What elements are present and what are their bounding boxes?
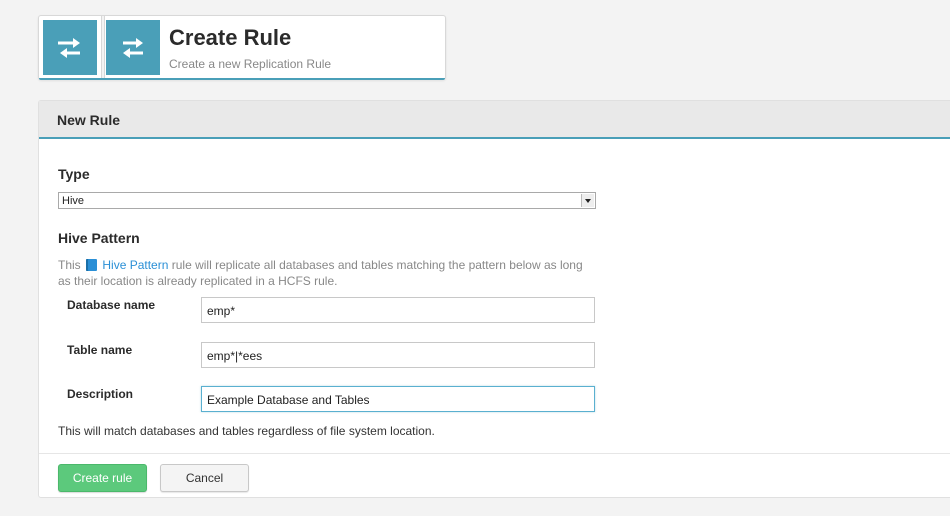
desc-prefix: This: [58, 258, 81, 272]
form-footer: Create rule Cancel: [39, 453, 950, 499]
book-icon: [86, 259, 98, 271]
cancel-button[interactable]: Cancel: [160, 464, 249, 492]
create-rule-button[interactable]: Create rule: [58, 464, 147, 492]
panel-title: New Rule: [39, 101, 950, 139]
match-note: This will match databases and tables reg…: [58, 424, 435, 438]
table-name-input[interactable]: emp*|*ees: [201, 342, 595, 368]
database-name-input[interactable]: emp*: [201, 297, 595, 323]
header-divider: [101, 16, 105, 80]
table-name-label: Table name: [67, 343, 133, 357]
hive-pattern-heading: Hive Pattern: [58, 230, 140, 246]
page-title: Create Rule: [169, 25, 292, 50]
type-select[interactable]: Hive: [58, 192, 596, 209]
type-select-value: Hive: [62, 195, 85, 207]
replication-arrows-icon: [58, 37, 80, 58]
page-header: Create Rule Create a new Replication Rul…: [38, 15, 446, 80]
page-subtitle: Create a new Replication Rule: [169, 57, 332, 71]
new-rule-panel: New Rule Type Hive Hive Pattern This Hiv…: [38, 100, 950, 498]
replication-arrows-icon: [123, 37, 143, 58]
header-icon-tile: [106, 20, 160, 75]
description-label: Description: [67, 387, 134, 401]
chevron-down-icon[interactable]: [581, 194, 594, 207]
header-icon-tile[interactable]: [43, 20, 97, 75]
type-label: Type: [58, 166, 90, 182]
database-name-label: Database name: [67, 298, 156, 312]
hive-pattern-help-link[interactable]: Hive Pattern: [102, 258, 168, 272]
description-input[interactable]: Example Database and Tables: [201, 386, 595, 412]
hive-pattern-description: This Hive Pattern rule will replicate al…: [58, 257, 588, 289]
